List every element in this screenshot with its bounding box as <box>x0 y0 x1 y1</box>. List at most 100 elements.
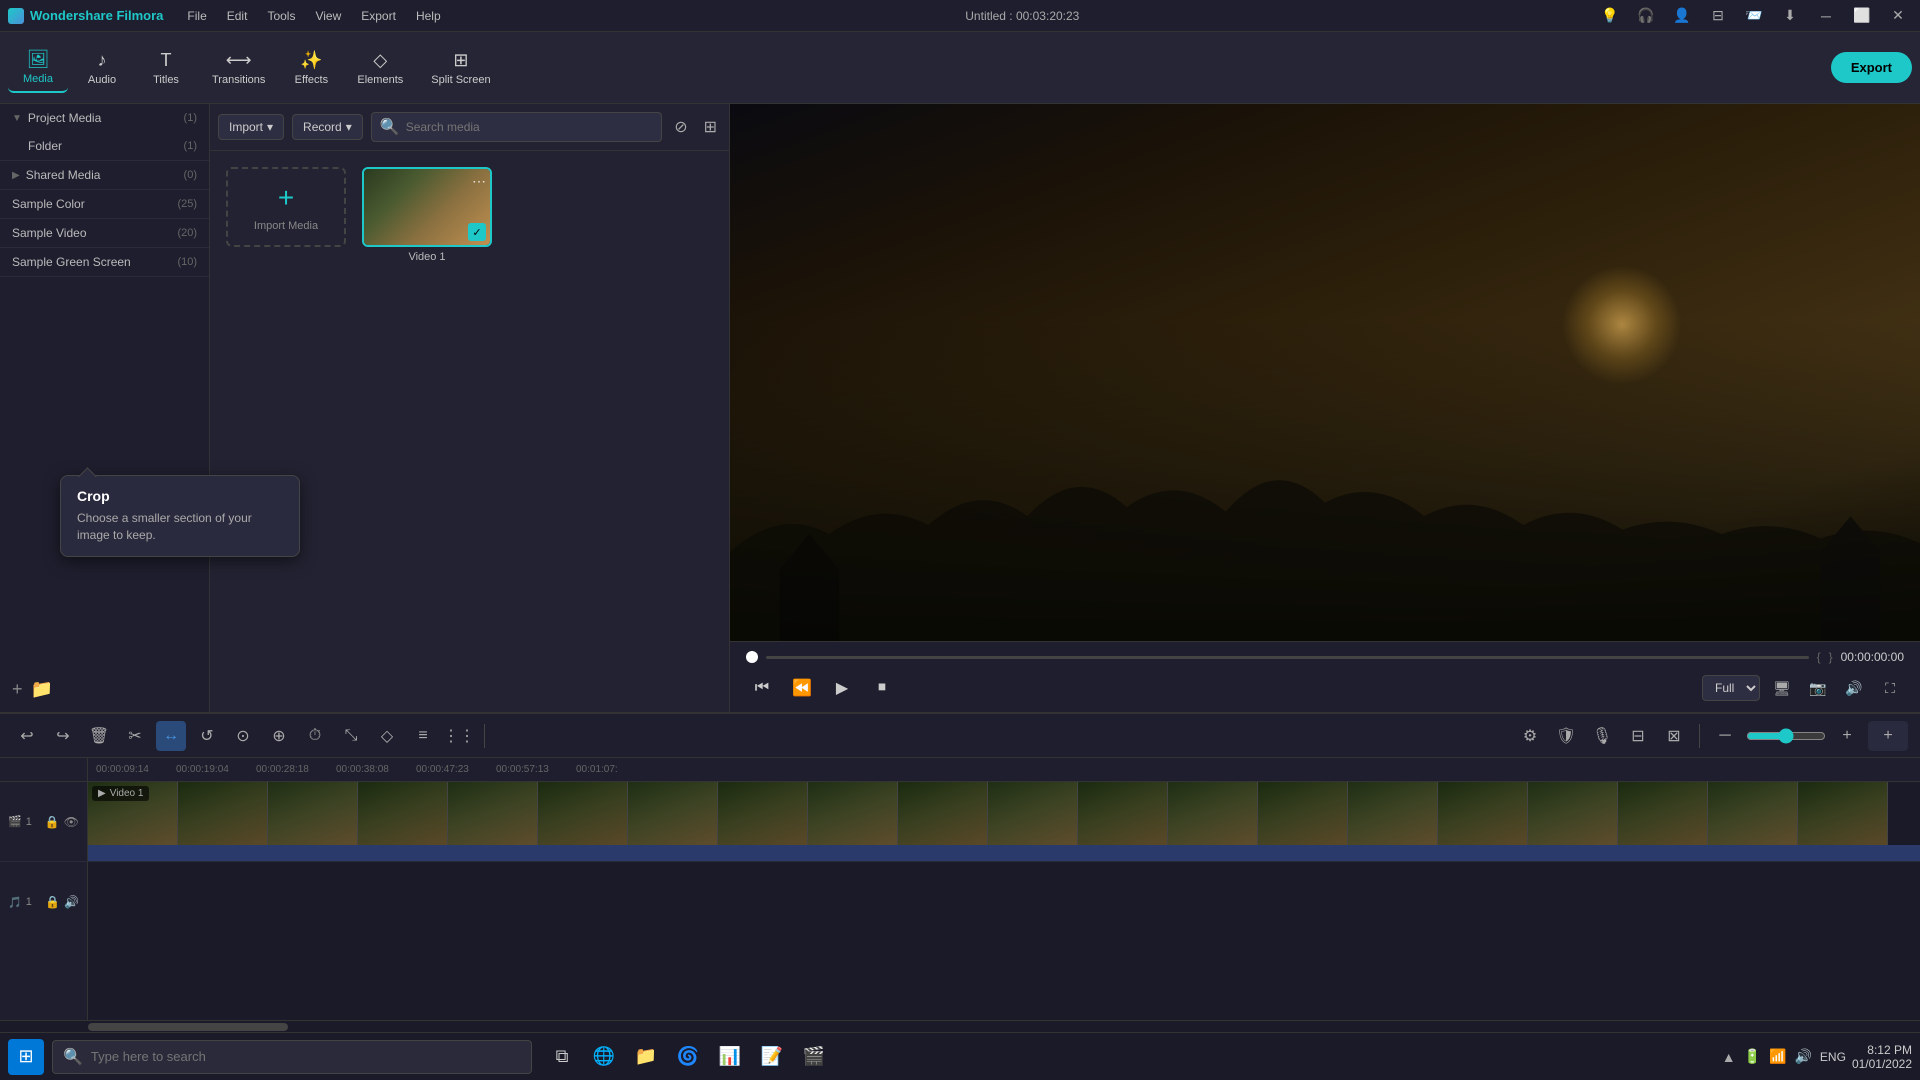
video1-thumbnail[interactable]: ⋯ ✓ Video 1 <box>362 167 492 263</box>
menu-view[interactable]: View <box>307 7 349 25</box>
sidebar-add-icon[interactable]: + <box>12 679 23 700</box>
monitor-icon[interactable]: 🖥 <box>1768 674 1796 702</box>
menu-export[interactable]: Export <box>353 7 404 25</box>
step-back-button[interactable]: ⏪ <box>786 672 818 704</box>
keyframe-button[interactable]: ◇ <box>372 721 402 751</box>
filmora-app[interactable]: 🎬 <box>796 1039 832 1075</box>
speed-button[interactable]: ⊙ <box>228 721 258 751</box>
close-button[interactable]: ✕ <box>1884 2 1912 30</box>
search-input[interactable] <box>406 120 654 134</box>
audio-track-icon: 🎵 <box>8 896 22 909</box>
import-media-area[interactable]: + Import Media <box>226 167 346 247</box>
excel-app[interactable]: 📊 <box>712 1039 748 1075</box>
tool-split-screen[interactable]: ⊞ Split Screen <box>419 44 502 92</box>
record-button[interactable]: Record ▾ <box>292 114 363 140</box>
tool-audio[interactable]: ♪ Audio <box>72 44 132 92</box>
mic-icon[interactable]: 🎙 <box>1587 721 1617 751</box>
tool-transitions[interactable]: ⟷ Transitions <box>200 44 277 92</box>
video-track-eye-icon[interactable]: 👁 <box>64 815 79 829</box>
clock[interactable]: 8:12 PM 01/01/2022 <box>1852 1043 1912 1071</box>
timer-button[interactable]: ⏱ <box>300 721 330 751</box>
sidebar-item-shared-media[interactable]: ▶ Shared Media (0) <box>0 161 209 189</box>
scrollbar-thumb[interactable] <box>88 1023 288 1031</box>
video-frames[interactable] <box>88 782 1920 845</box>
import-button[interactable]: Import ▾ <box>218 114 284 140</box>
play-button[interactable]: ▶ <box>826 672 858 704</box>
tray-volume-icon[interactable]: 🔊 <box>1792 1046 1813 1067</box>
tray-wifi-icon[interactable]: 📶 <box>1767 1046 1788 1067</box>
sidebar-item-project-media[interactable]: ▼ Project Media (1) <box>0 104 209 132</box>
progress-dot[interactable] <box>746 651 758 663</box>
settings-icon[interactable]: ⚙ <box>1515 721 1545 751</box>
word-app[interactable]: 📝 <box>754 1039 790 1075</box>
edge-app[interactable]: 🌀 <box>670 1039 706 1075</box>
audio-mix-button[interactable]: ⋮⋮ <box>444 721 474 751</box>
timeline-add-track[interactable]: + <box>1868 721 1908 751</box>
zoom-in-tool-button[interactable]: ⊕ <box>264 721 294 751</box>
tool-elements[interactable]: ◇ Elements <box>345 44 415 92</box>
playback-controls: ⏮ ⏪ ▶ ⏹ Full 1/2 1/4 🖥 📷 🔊 ⛶ <box>746 672 1904 704</box>
sidebar-item-sample-video[interactable]: Sample Video (20) <box>0 219 209 247</box>
file-explorer-app[interactable]: 📁 <box>628 1039 664 1075</box>
volume-icon[interactable]: 🔊 <box>1840 674 1868 702</box>
titlebar-icon-1[interactable]: 💡 <box>1596 2 1624 30</box>
caption-icon[interactable]: ⊟ <box>1623 721 1653 751</box>
start-button[interactable]: ⊞ <box>8 1039 44 1075</box>
adjust-button[interactable]: ≡ <box>408 721 438 751</box>
titlebar-icon-2[interactable]: 🎧 <box>1632 2 1660 30</box>
titlebar-icon-4[interactable]: ⊟ <box>1704 2 1732 30</box>
delete-button[interactable]: 🗑 <box>84 721 114 751</box>
titlebar-icon-5[interactable]: 📨 <box>1740 2 1768 30</box>
titlebar-icon-6[interactable]: ⬇ <box>1776 2 1804 30</box>
task-view-button[interactable]: ⧉ <box>544 1039 580 1075</box>
timeline-right-tools: ⚙ 🛡 🎙 ⊟ ⊠ ─ + + <box>1515 721 1908 751</box>
language-indicator[interactable]: ENG <box>1820 1050 1846 1064</box>
titlebar-icon-3[interactable]: 👤 <box>1668 2 1696 30</box>
zoom-slider[interactable] <box>1746 728 1826 744</box>
cut-button[interactable]: ✂ <box>120 721 150 751</box>
stop-button[interactable]: ⏹ <box>866 672 898 704</box>
undo-button[interactable]: ↩ <box>12 721 42 751</box>
grid-view-icon[interactable]: ⊞ <box>700 115 721 139</box>
minimize-button[interactable]: ─ <box>1812 2 1840 30</box>
rotate-button[interactable]: ↺ <box>192 721 222 751</box>
sidebar-item-folder[interactable]: Folder (1) <box>0 132 209 160</box>
shield-icon[interactable]: 🛡 <box>1551 721 1581 751</box>
sidebar-item-sample-color[interactable]: Sample Color (25) <box>0 190 209 218</box>
progress-bar[interactable] <box>766 656 1809 659</box>
zoom-out-button[interactable]: ─ <box>1710 721 1740 751</box>
menu-file[interactable]: File <box>179 7 214 25</box>
timeline-scrollbar[interactable] <box>0 1020 1920 1032</box>
quality-select[interactable]: Full 1/2 1/4 <box>1702 675 1760 701</box>
tray-chevron-icon[interactable]: ▲ <box>1720 1047 1738 1067</box>
tool-media[interactable]: 🖼 Media <box>8 43 68 93</box>
fullscreen-icon[interactable]: ⛶ <box>1876 674 1904 702</box>
shared-media-label: Shared Media <box>26 168 101 182</box>
menu-tools[interactable]: Tools <box>259 7 303 25</box>
tool-effects[interactable]: ✨ Effects <box>281 44 341 92</box>
sidebar-folder-icon[interactable]: 📁 <box>31 679 53 700</box>
tray-battery-icon[interactable]: 🔋 <box>1742 1046 1763 1067</box>
rewind-button[interactable]: ⏮ <box>746 672 778 704</box>
audio-track-volume-icon[interactable]: 🔊 <box>64 895 79 909</box>
screenshot-icon[interactable]: 📷 <box>1804 674 1832 702</box>
shared-media-count: (0) <box>184 169 197 181</box>
ruler-mark-4: 00:00:38:08 <box>336 764 416 775</box>
tool-titles[interactable]: T Titles <box>136 44 196 92</box>
export-button[interactable]: Export <box>1831 52 1912 83</box>
filter-icon[interactable]: ⊘ <box>670 115 691 139</box>
subtitle-icon[interactable]: ⊠ <box>1659 721 1689 751</box>
zoom-in-button[interactable]: + <box>1832 721 1862 751</box>
video-track-lock-icon[interactable]: 🔒 <box>45 815 60 829</box>
menu-edit[interactable]: Edit <box>219 7 256 25</box>
sidebar-item-sample-green-screen[interactable]: Sample Green Screen (10) <box>0 248 209 276</box>
menu-help[interactable]: Help <box>408 7 449 25</box>
taskbar-search-input[interactable] <box>91 1049 521 1064</box>
maximize-button[interactable]: ⬜ <box>1848 2 1876 30</box>
redo-button[interactable]: ↪ <box>48 721 78 751</box>
crop-button[interactable]: ↔ <box>156 721 186 751</box>
audio-track-lock-icon[interactable]: 🔒 <box>45 895 60 909</box>
chrome-app[interactable]: 🌐 <box>586 1039 622 1075</box>
fit-button[interactable]: ⤡ <box>336 721 366 751</box>
progress-bar-container: { } 00:00:00:00 <box>746 650 1904 664</box>
